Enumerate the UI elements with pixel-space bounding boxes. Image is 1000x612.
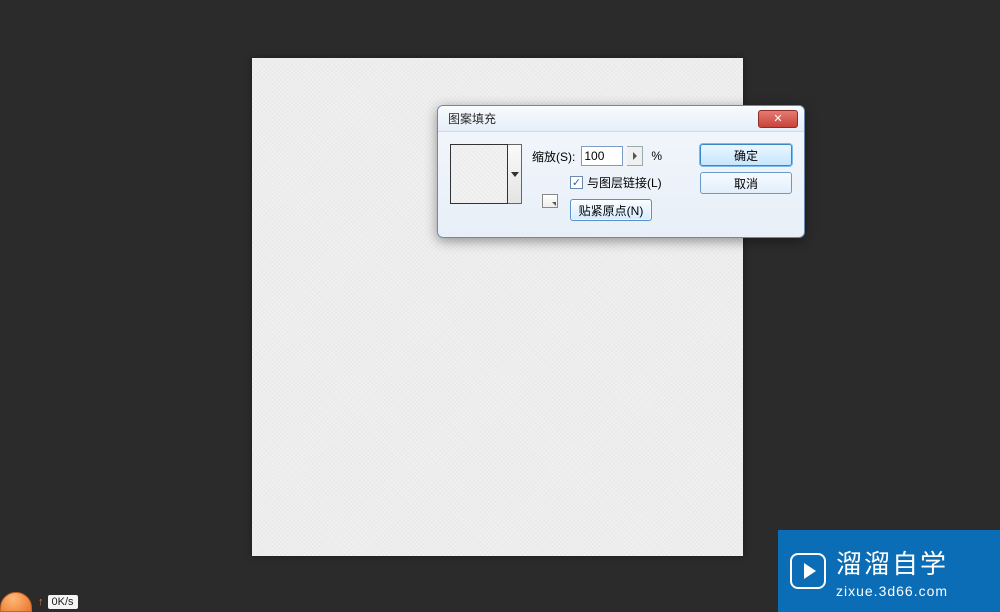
pattern-picker-dropdown[interactable] [508, 144, 522, 204]
link-checkbox[interactable] [570, 176, 583, 189]
upload-arrow-icon: ↑ [38, 596, 44, 608]
link-row: 与图层链接(L) [570, 174, 690, 191]
upload-speed-label: 0K/s [48, 595, 78, 609]
watermark-text: 溜溜自学 zixue.3d66.com [836, 544, 948, 599]
pattern-well [450, 144, 522, 206]
taskbar-net-monitor[interactable]: ↑ 0K/s [0, 592, 86, 612]
pattern-fill-dialog: 图案填充 ✕ 缩放(S): % 与图层链接(L) 贴紧原点(N) [437, 105, 805, 238]
snap-origin-button[interactable]: 贴紧原点(N) [570, 199, 652, 221]
dialog-titlebar[interactable]: 图案填充 ✕ [438, 106, 804, 132]
scale-row: 缩放(S): % [532, 146, 690, 166]
cancel-button[interactable]: 取消 [700, 172, 792, 194]
watermark-banner: 溜溜自学 zixue.3d66.com [778, 530, 1000, 612]
new-preset-icon[interactable] [542, 194, 558, 208]
close-button[interactable]: ✕ [758, 110, 798, 128]
ok-button[interactable]: 确定 [700, 144, 792, 166]
dialog-buttons: 确定 取消 [700, 144, 792, 229]
taskbar-orb-icon [0, 592, 32, 612]
play-icon [790, 553, 826, 589]
ok-label: 确定 [734, 147, 758, 164]
link-label: 与图层链接(L) [587, 174, 662, 191]
controls-group: 缩放(S): % 与图层链接(L) 贴紧原点(N) [532, 146, 690, 229]
watermark-sub: zixue.3d66.com [836, 583, 948, 599]
scale-label: 缩放(S): [532, 148, 575, 165]
scale-input[interactable] [581, 146, 623, 166]
dialog-body: 缩放(S): % 与图层链接(L) 贴紧原点(N) 确定 取消 [438, 132, 804, 237]
watermark-main: 溜溜自学 [836, 544, 948, 581]
cancel-label: 取消 [734, 175, 758, 192]
percent-label: % [651, 149, 662, 163]
close-icon: ✕ [773, 112, 782, 125]
dialog-title: 图案填充 [448, 110, 496, 127]
snap-label: 贴紧原点(N) [579, 202, 644, 219]
pattern-swatch[interactable] [450, 144, 508, 204]
scale-spinner[interactable] [627, 146, 643, 166]
